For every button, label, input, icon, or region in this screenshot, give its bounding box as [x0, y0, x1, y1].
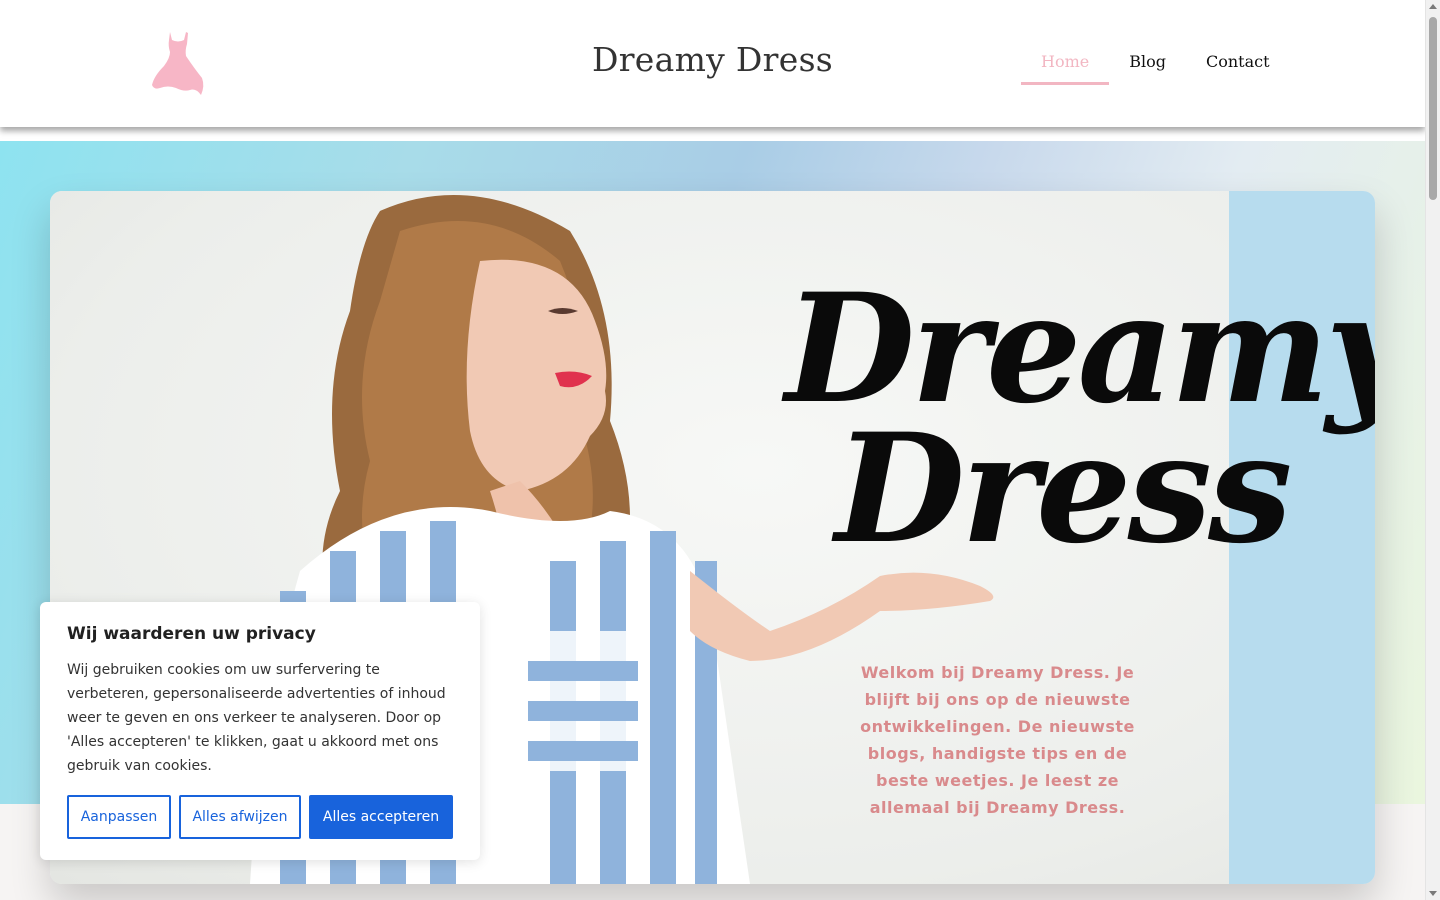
nav-home[interactable]: Home — [1021, 52, 1110, 85]
scroll-down-arrow-icon[interactable] — [1429, 891, 1437, 896]
scrollbar-thumb[interactable] — [1429, 17, 1437, 200]
cookie-consent-banner: Wij waarderen uw privacy Wij gebruiken c… — [40, 602, 480, 860]
cookie-title: Wij waarderen uw privacy — [67, 624, 316, 644]
script-title-line-1: Dreamy — [785, 261, 1375, 437]
reject-all-button[interactable]: Alles afwijzen — [179, 795, 301, 839]
cookie-description: Wij gebruiken cookies om uw surfervering… — [67, 662, 446, 774]
cookie-button-row: Aanpassen Alles afwijzen Alles acceptere… — [67, 795, 453, 839]
welcome-text: Welkom bij Dreamy Dress. Je blijft bij o… — [860, 663, 1135, 817]
main-nav: Home Blog Contact — [1021, 52, 1290, 85]
nav-blog[interactable]: Blog — [1109, 52, 1186, 85]
hero-script-title: Dreamy Dress — [785, 261, 1375, 577]
nav-contact[interactable]: Contact — [1186, 52, 1290, 85]
customize-button[interactable]: Aanpassen — [67, 795, 171, 839]
scroll-up-arrow-icon[interactable] — [1429, 4, 1437, 9]
accept-all-button[interactable]: Alles accepteren — [309, 795, 453, 839]
page-scrollbar[interactable] — [1425, 0, 1440, 900]
script-title-line-2: Dress — [835, 401, 1292, 577]
site-header: Dreamy Dress Home Blog Contact — [0, 0, 1425, 127]
